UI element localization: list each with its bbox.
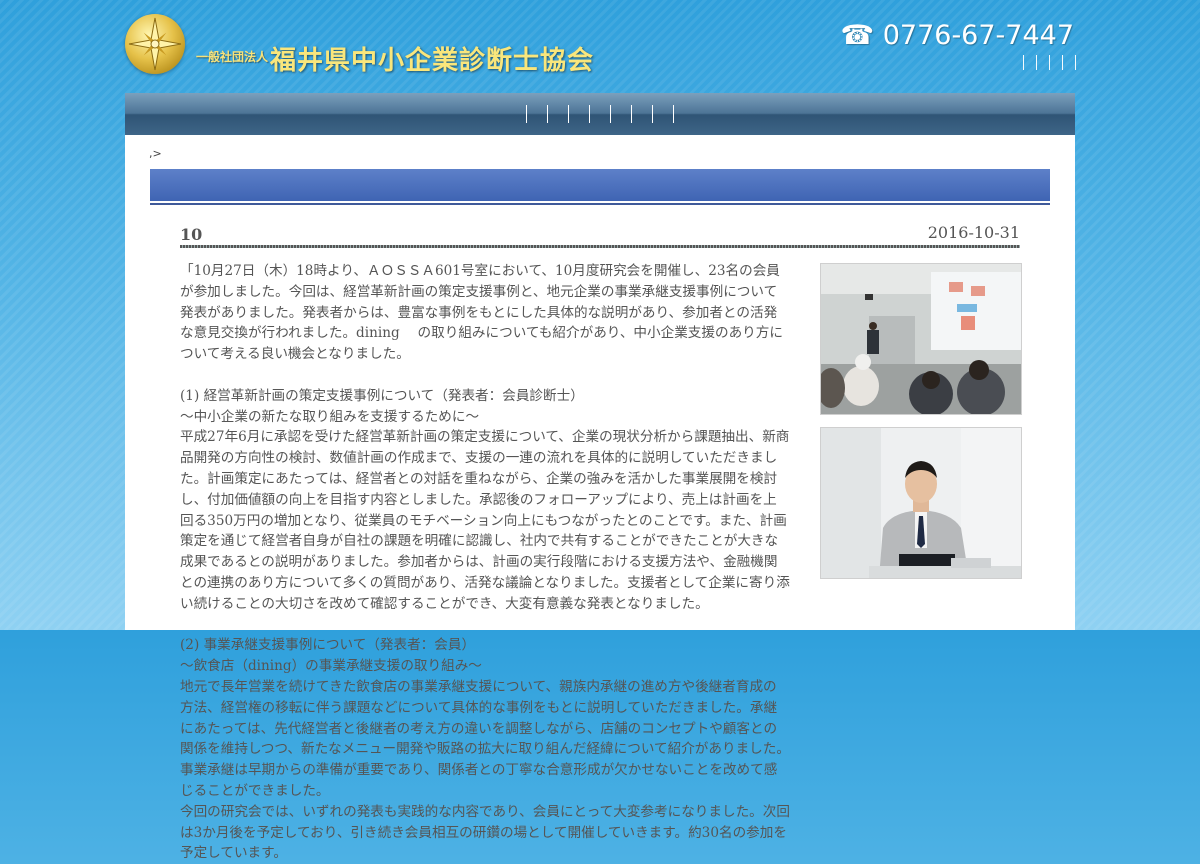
section1-subheading: ～中小企業の新たな取り組みを支援するために～ xyxy=(180,408,480,425)
post-header: 10 2016-10-31 xyxy=(180,223,1020,245)
nav-divider-1[interactable] xyxy=(526,105,527,123)
main-nav xyxy=(125,93,1075,135)
seminar-room-photo[interactable] xyxy=(820,263,1022,415)
phone-number: ☎ 0776-67-7447 xyxy=(840,20,1074,51)
utility-link-1[interactable] xyxy=(1023,55,1024,70)
utility-links xyxy=(1011,55,1076,70)
post-title: 10 xyxy=(180,225,203,244)
section1-heading: (1) 経営革新計画の策定支援事例について（発表者：会員診断士） xyxy=(180,387,584,404)
section2-heading: (2) 事業承継支援事例について（発表者：会員） xyxy=(180,637,476,654)
breadcrumb[interactable]: ,> xyxy=(149,147,162,160)
org-name-logo[interactable]: 福井県中小企業診断士協会 xyxy=(270,40,594,77)
section2-subheading: ～飲食店（dining）の事業承継支援の取り組み～ xyxy=(180,658,482,675)
post-date: 2016-10-31 xyxy=(927,223,1020,242)
nav-divider-3[interactable] xyxy=(568,105,569,123)
nav-divider-5[interactable] xyxy=(610,105,611,123)
presenter-photo[interactable] xyxy=(820,427,1022,579)
content-panel: ,> 10 2016-10-31 「10月27日（木）18時より、ＡＯＳＳＡ60… xyxy=(125,135,1075,861)
utility-link-5[interactable] xyxy=(1075,55,1076,70)
nav-divider-6[interactable] xyxy=(631,105,632,123)
nav-divider-4[interactable] xyxy=(589,105,590,123)
section2-body: 地元で長年営業を続けてきた飲食店の事業承継支援について、親族内承継の進め方や後継… xyxy=(180,678,790,799)
section1-body: 平成27年6月に承認を受けた経営革新計画の策定支援について、企業の現状分析から課… xyxy=(180,429,790,612)
title-divider xyxy=(150,203,1050,205)
post-divider xyxy=(180,245,1020,248)
post-intro: 「10月27日（木）18時より、ＡＯＳＳＡ601号室において、10月度研究会を開… xyxy=(180,263,783,363)
utility-link-4[interactable] xyxy=(1062,55,1063,70)
post-body: 「10月27日（木）18時より、ＡＯＳＳＡ601号室において、10月度研究会を開… xyxy=(180,261,790,864)
utility-link-3[interactable] xyxy=(1049,55,1050,70)
section2-tail: 今回の研究会では、いずれの発表も実践的な内容であり、会員にとって大変参考になりま… xyxy=(180,803,790,862)
page-title-bar xyxy=(150,169,1050,201)
utility-link-2[interactable] xyxy=(1036,55,1037,70)
org-type-label: 一般社団法人 xyxy=(196,50,269,64)
nav-divider-2[interactable] xyxy=(547,105,548,123)
nav-divider-8[interactable] xyxy=(673,105,674,123)
logo-emblem-icon[interactable] xyxy=(125,14,185,74)
nav-divider-7[interactable] xyxy=(652,105,653,123)
